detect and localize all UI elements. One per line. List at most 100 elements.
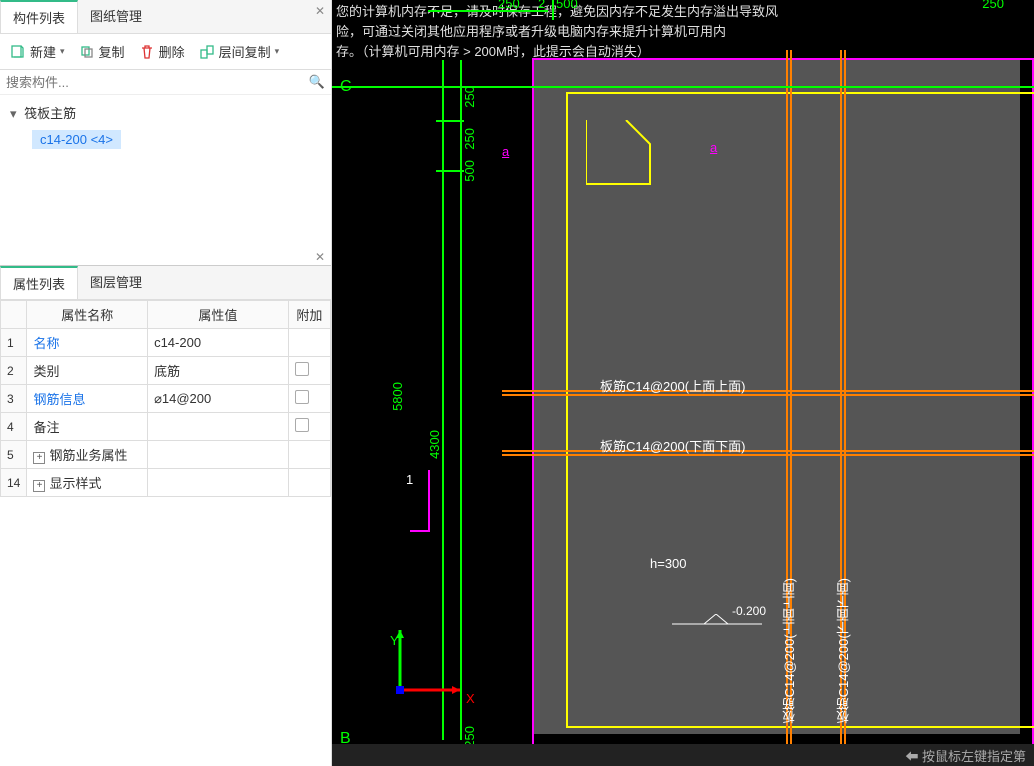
properties-panel: ✕ 属性列表 图层管理 属性名称 属性值 附加 1 名称 c14-200 2 类… bbox=[0, 265, 331, 497]
prop-value[interactable] bbox=[148, 413, 289, 441]
dim-tick bbox=[436, 120, 464, 122]
level-mark-icon bbox=[672, 614, 762, 636]
column-shape bbox=[586, 120, 656, 190]
prop-name: 备注 bbox=[27, 413, 148, 441]
floor-copy-button[interactable]: 层间复制 ▾ bbox=[195, 40, 284, 63]
header-value: 属性值 bbox=[148, 301, 289, 329]
label-a: a bbox=[502, 144, 509, 159]
close-icon[interactable]: ✕ bbox=[315, 4, 325, 18]
checkbox-icon[interactable] bbox=[295, 418, 309, 432]
dim-500: 500 bbox=[556, 0, 578, 11]
row-number: 14 bbox=[1, 469, 27, 497]
tree-item-c14-200[interactable]: c14-200 <4> bbox=[32, 130, 121, 149]
prop-extra[interactable] bbox=[288, 357, 330, 385]
prop-value[interactable] bbox=[148, 469, 289, 497]
axis-mark bbox=[410, 530, 430, 532]
table-row[interactable]: 5 +钢筋业务属性 bbox=[1, 441, 331, 469]
table-row[interactable]: 14 +显示样式 bbox=[1, 469, 331, 497]
height-label: h=300 bbox=[650, 556, 687, 571]
trash-icon bbox=[139, 44, 155, 60]
header-extra: 附加 bbox=[288, 301, 330, 329]
prop-value[interactable]: 底筋 bbox=[148, 357, 289, 385]
table-row[interactable]: 2 类别 底筋 bbox=[1, 357, 331, 385]
properties-table: 属性名称 属性值 附加 1 名称 c14-200 2 类别 底筋 3 钢筋信息 … bbox=[0, 300, 331, 497]
dim-250: 250 bbox=[462, 128, 477, 150]
delete-label: 删除 bbox=[159, 42, 185, 61]
dim-250: 250 bbox=[498, 0, 520, 11]
prop-name: 名称 bbox=[27, 329, 148, 357]
dim-tick bbox=[552, 0, 554, 20]
cad-canvas[interactable]: 您的计算机内存不足，请及时保存工程，避免因内存不足发生内存溢出导致风 险，可通过… bbox=[332, 0, 1034, 766]
new-button[interactable]: 新建 ▾ bbox=[6, 40, 69, 63]
rebar-line bbox=[502, 454, 1034, 456]
header-name: 属性名称 bbox=[27, 301, 148, 329]
chevron-down-icon: ▾ bbox=[275, 46, 280, 57]
tab-properties[interactable]: 属性列表 bbox=[0, 266, 78, 299]
tree-root[interactable]: ▾ 筏板主筋 bbox=[10, 103, 321, 122]
new-icon bbox=[10, 44, 26, 60]
prop-value[interactable] bbox=[148, 441, 289, 469]
axis-mark bbox=[428, 470, 430, 530]
tab-drawing-manage[interactable]: 图纸管理 bbox=[78, 0, 154, 33]
prop-value[interactable]: c14-200 bbox=[148, 329, 289, 357]
rebar-line bbox=[502, 390, 1034, 392]
prop-extra bbox=[288, 329, 330, 357]
dim-4300: 4300 bbox=[427, 430, 442, 459]
prop-extra bbox=[288, 441, 330, 469]
prop-extra bbox=[288, 469, 330, 497]
search-row: 🔍 bbox=[0, 70, 331, 95]
row-number: 1 bbox=[1, 329, 27, 357]
checkbox-icon[interactable] bbox=[295, 362, 309, 376]
rebar-line bbox=[502, 394, 1034, 396]
dim-5800: 5800 bbox=[390, 382, 405, 411]
row-number: 5 bbox=[1, 441, 27, 469]
search-icon[interactable]: 🔍 bbox=[309, 74, 325, 90]
copy-label: 复制 bbox=[99, 42, 125, 61]
chevron-down-icon: ▾ bbox=[10, 106, 17, 121]
row-number: 2 bbox=[1, 357, 27, 385]
expand-icon[interactable]: + bbox=[33, 452, 45, 464]
floor-copy-label: 层间复制 bbox=[219, 42, 271, 61]
expand-icon[interactable]: + bbox=[33, 480, 45, 492]
table-row[interactable]: 1 名称 c14-200 bbox=[1, 329, 331, 357]
checkbox-icon[interactable] bbox=[295, 390, 309, 404]
row-number: 4 bbox=[1, 413, 27, 441]
floor-copy-icon bbox=[199, 44, 215, 60]
chevron-down-icon: ▾ bbox=[60, 46, 65, 57]
prop-name: +显示样式 bbox=[27, 469, 148, 497]
rebar-label: 板筋C14@200(下面下面) bbox=[600, 436, 745, 455]
prop-extra[interactable] bbox=[288, 413, 330, 441]
close-icon[interactable]: ✕ bbox=[315, 250, 325, 264]
new-label: 新建 bbox=[30, 42, 56, 61]
table-row[interactable]: 3 钢筋信息 ⌀14@200 bbox=[1, 385, 331, 413]
component-toolbar: 新建 ▾ 复制 删除 层间复制 ▾ bbox=[0, 34, 331, 70]
tab-component-list[interactable]: 构件列表 bbox=[0, 0, 78, 33]
prop-value[interactable]: ⌀14@200 bbox=[148, 385, 289, 413]
prop-name: +钢筋业务属性 bbox=[27, 441, 148, 469]
left-panel: 构件列表 图纸管理 ✕ 新建 ▾ 复制 删除 层间复制 bbox=[0, 0, 332, 766]
dim-tick bbox=[436, 170, 464, 172]
dim-250: 250 bbox=[982, 0, 1004, 11]
status-hint: ⬅ 按鼠标左键指定第 bbox=[905, 746, 1026, 765]
table-row[interactable]: 4 备注 bbox=[1, 413, 331, 441]
rebar-label: 板筋C14@200(下面下面) bbox=[834, 578, 853, 723]
component-tree: ▾ 筏板主筋 c14-200 <4> bbox=[0, 95, 331, 265]
rebar-label: 板筋C14@200(上面上面) bbox=[600, 376, 745, 395]
search-input[interactable] bbox=[6, 75, 309, 90]
delete-button[interactable]: 删除 bbox=[135, 40, 189, 63]
copy-button[interactable]: 复制 bbox=[75, 40, 129, 63]
tree-root-label: 筏板主筋 bbox=[24, 106, 76, 121]
table-header: 属性名称 属性值 附加 bbox=[1, 301, 331, 329]
slab-outline bbox=[532, 58, 534, 752]
copy-icon bbox=[79, 44, 95, 60]
dim-line bbox=[428, 10, 548, 12]
dim-500: 500 bbox=[462, 160, 477, 182]
rebar-label: 板筋C14@200(上面上面) bbox=[780, 578, 799, 723]
prop-name: 类别 bbox=[27, 357, 148, 385]
yellow-rect bbox=[566, 92, 1034, 94]
prop-name: 钢筋信息 bbox=[27, 385, 148, 413]
prop-extra[interactable] bbox=[288, 385, 330, 413]
component-tabs: 构件列表 图纸管理 ✕ bbox=[0, 0, 331, 34]
tab-layers[interactable]: 图层管理 bbox=[78, 266, 154, 299]
properties-tabs: 属性列表 图层管理 bbox=[0, 266, 331, 300]
